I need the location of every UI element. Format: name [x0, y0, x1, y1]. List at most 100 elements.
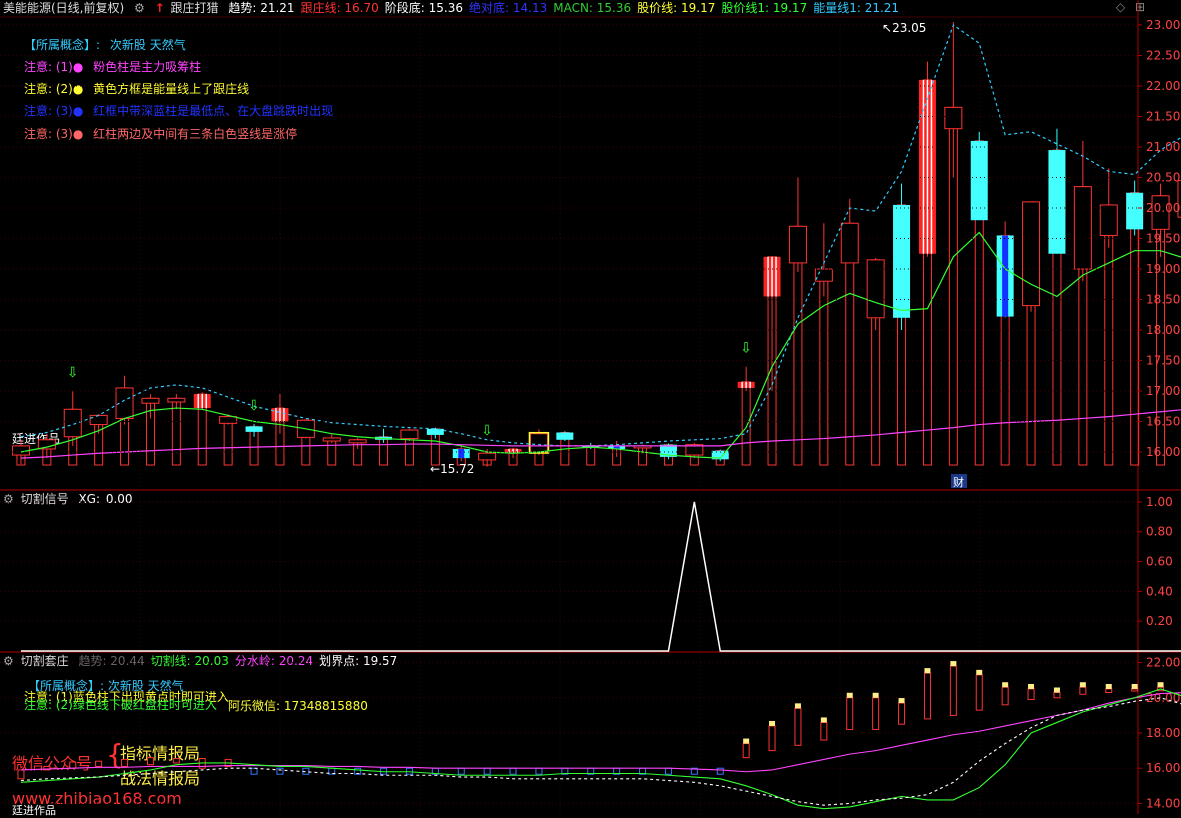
price-tick-11: 17.50 — [1146, 354, 1180, 368]
price-tick-6: 20.00 — [1146, 201, 1180, 215]
cut-bar-body — [1027, 688, 1035, 701]
cut-bar-cap — [950, 661, 957, 667]
cut-bar-body — [1105, 688, 1113, 694]
cut-bar-cap — [820, 717, 827, 723]
cut-bar-cap — [1105, 683, 1112, 689]
cut-tick-4: 14.00 — [1146, 796, 1180, 810]
candle-body — [1126, 192, 1144, 230]
cut-bar — [457, 767, 465, 775]
candle — [893, 183, 911, 466]
xg-line — [20, 501, 1181, 652]
cut-bar-body — [742, 743, 750, 759]
price-tick-10: 18.00 — [1146, 323, 1180, 337]
price-tick-9: 18.50 — [1146, 293, 1180, 307]
price-tick-8: 19.00 — [1146, 262, 1180, 276]
price-tick-13: 16.50 — [1146, 415, 1180, 429]
price-tick-4: 21.00 — [1146, 140, 1180, 154]
candle — [245, 423, 263, 466]
price-tick-3: 21.50 — [1146, 110, 1180, 124]
cut-bar — [1105, 683, 1113, 694]
candle-body — [788, 225, 807, 264]
cut-bar-cap — [976, 669, 983, 675]
cut-bar-body — [146, 757, 154, 766]
cut-bar — [872, 692, 880, 730]
candle — [970, 131, 988, 466]
cut-panel: 22.0020.0018.0016.0014.00 — [0, 656, 1181, 810]
cut-bar — [923, 668, 931, 720]
cut-bar-body — [923, 672, 931, 720]
cut-bar-cap — [743, 738, 750, 744]
cut-bar-cap — [846, 692, 853, 698]
cut-bar-body — [846, 697, 854, 730]
candle — [37, 433, 56, 466]
candle-body — [167, 397, 186, 403]
candle — [141, 394, 160, 466]
cut-bar-body — [1131, 688, 1139, 692]
cut-bar-body — [794, 707, 802, 746]
candle — [944, 21, 963, 466]
candle-body — [866, 259, 885, 319]
cut-bar — [794, 703, 802, 746]
cut-bar-cap — [924, 668, 931, 674]
candle-body — [893, 204, 911, 318]
cut-bar — [975, 669, 983, 711]
price-line-2 — [20, 409, 1181, 459]
cut-bar-body — [872, 697, 880, 730]
buy-arrow-icon: ⇩ — [67, 365, 79, 381]
cut-bar-cap — [794, 703, 801, 709]
candle-stripe — [458, 448, 465, 459]
candle — [426, 427, 444, 466]
price-tick-1: 22.50 — [1146, 49, 1180, 63]
candle-body — [1073, 186, 1092, 270]
signal-tick-4: 0.20 — [1146, 614, 1173, 628]
cut-tick-0: 22.00 — [1146, 656, 1180, 670]
volume-bar — [819, 268, 829, 466]
cut-bar-body — [172, 758, 180, 764]
cut-line-1 — [20, 688, 1181, 810]
cut-bar-body — [820, 721, 828, 741]
candle — [996, 221, 1014, 466]
candle-body — [814, 268, 833, 282]
candle — [400, 428, 419, 466]
buy-arrow-icon: ⇩ — [248, 398, 260, 414]
candle-body — [840, 222, 859, 264]
cut-bar-body — [664, 767, 672, 775]
cut-bar-body — [716, 767, 724, 775]
cut-bar — [146, 757, 154, 766]
price-tick-2: 22.00 — [1146, 79, 1180, 93]
cut-bar-body — [483, 767, 491, 775]
cut-bar — [535, 767, 543, 775]
price-tick-14: 16.00 — [1146, 445, 1180, 459]
cut-bar — [483, 767, 491, 775]
cut-bar — [509, 767, 517, 775]
candle — [504, 447, 522, 466]
candle — [1099, 168, 1118, 466]
cut-bar-body — [768, 725, 776, 752]
signal-tick-3: 0.40 — [1146, 584, 1173, 598]
candle-body — [245, 426, 263, 432]
cut-bar — [898, 698, 906, 725]
candle — [271, 394, 289, 466]
candle — [322, 434, 341, 466]
cut-bar-body — [1053, 692, 1061, 699]
candle-body — [426, 428, 444, 435]
candle-body — [219, 416, 238, 424]
cut-bar — [664, 767, 672, 775]
cut-bar — [949, 661, 957, 716]
cut-bar-body — [1001, 686, 1009, 706]
cut-bar-body — [949, 665, 957, 716]
cut-bar-cap — [1157, 682, 1164, 688]
candle — [63, 391, 82, 466]
cut-bar-cap — [872, 692, 879, 698]
cut-bar — [95, 760, 103, 767]
cut-bar — [1027, 683, 1035, 701]
candle — [528, 429, 550, 466]
high-annotation: ↖23.05 — [882, 21, 926, 35]
cut-bar-cap — [1002, 682, 1009, 688]
fin-label: 财 — [953, 475, 964, 489]
cut-bar-body — [975, 674, 983, 711]
cut-bar — [820, 717, 828, 741]
candle — [918, 61, 936, 466]
candle — [1126, 180, 1144, 466]
cut-bar-cap — [769, 720, 776, 726]
